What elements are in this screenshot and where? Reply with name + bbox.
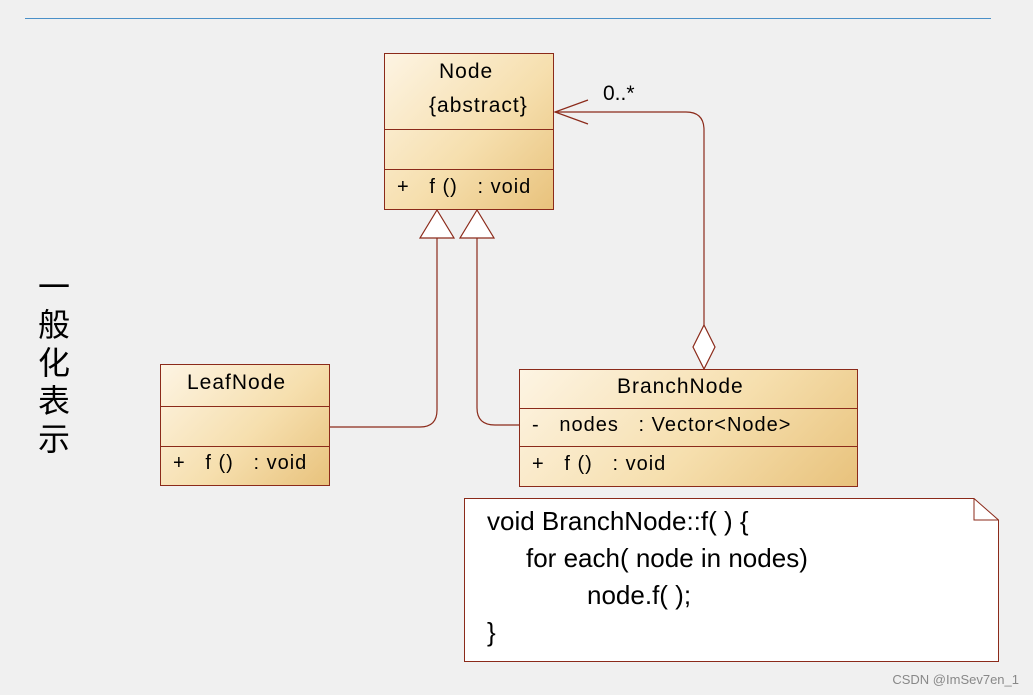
class-stereotype: {abstract} [429,94,528,117]
node-name-section: Node {abstract} [385,54,553,129]
branch-generalization-line [476,238,519,426]
multiplicity-label: 0..* [603,82,635,105]
leaf-generalization-line [330,238,438,428]
class-operation: + f () : void [173,452,308,474]
class-attribute: - nodes : Vector<Node> [532,414,792,436]
class-name: BranchNode [617,375,744,398]
note-line: } [487,617,496,647]
branchnode-operations-section: + f () : void [520,446,857,486]
branchnode-class[interactable]: BranchNode - nodes : Vector<Node> + f ()… [519,369,858,487]
aggregation-line [555,111,705,325]
code-note[interactable]: void BranchNode::f( ) { for each( node i… [464,498,999,662]
leafnode-operations-section: + f () : void [161,446,329,485]
node-class[interactable]: Node {abstract} + f () : void [384,53,554,210]
leaf-generalization-arrow [418,208,456,239]
node-attributes-section [385,129,553,169]
class-name: Node [439,60,494,83]
watermark: CSDN @ImSev7en_1 [892,672,1019,687]
leafnode-class[interactable]: LeafNode + f () : void [160,364,330,486]
leafnode-attributes-section [161,406,329,446]
branch-generalization-arrow [458,208,496,239]
note-line: node.f( ); [587,580,692,610]
class-operation: + f () : void [397,176,532,198]
aggregation-diamond [692,323,716,371]
branchnode-attributes-section: - nodes : Vector<Node> [520,408,857,446]
branchnode-name-section: BranchNode [520,370,857,408]
note-line: void BranchNode::f( ) { [487,506,749,536]
leafnode-name-section: LeafNode [161,365,329,406]
node-operations-section: + f () : void [385,169,553,209]
class-name: LeafNode [187,371,287,394]
class-operation: + f () : void [532,453,667,475]
note-line: for each( node in nodes) [526,543,808,573]
